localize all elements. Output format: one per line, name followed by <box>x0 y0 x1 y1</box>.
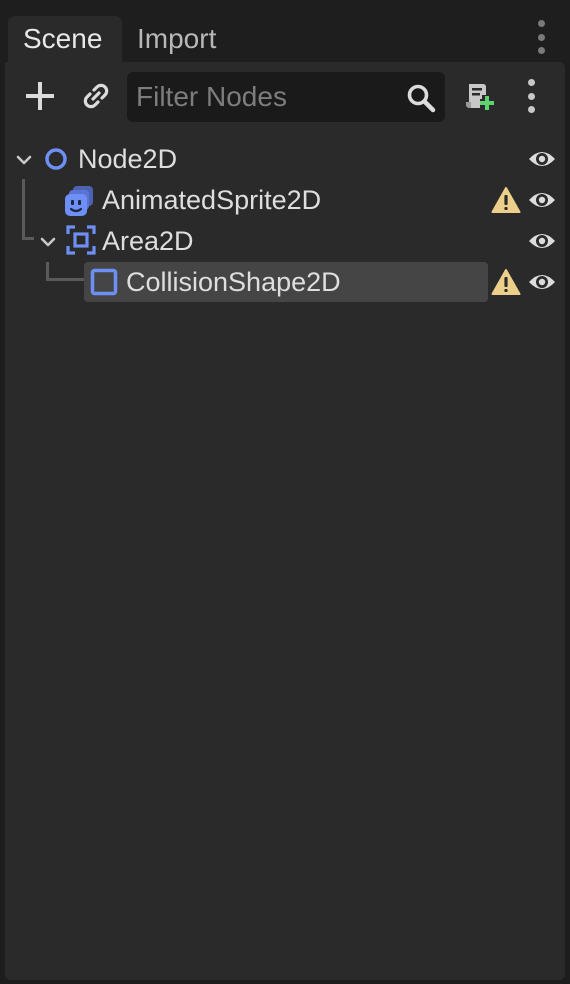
scene-dock: Scene Import Filter Nodes Node2D Animate… <box>0 0 570 984</box>
tab-import[interactable]: Import <box>122 16 231 62</box>
node-name-label: Area2D <box>102 226 194 256</box>
warning-icon[interactable] <box>491 186 521 214</box>
tree-row-collisionshape2d[interactable]: CollisionShape2D <box>5 262 565 302</box>
dock-menu-kebab-icon[interactable] <box>529 20 553 54</box>
node-name-label: CollisionShape2D <box>126 267 341 297</box>
node-name-label: Node2D <box>78 144 178 174</box>
warning-icon[interactable] <box>491 268 521 296</box>
tree-row-area2d[interactable]: Area2D <box>5 221 565 261</box>
collision-shape-icon <box>90 268 118 296</box>
visibility-eye-icon[interactable] <box>527 229 557 253</box>
node-name-label: AnimatedSprite2D <box>102 185 322 215</box>
chevron-down-icon[interactable] <box>39 233 57 251</box>
chevron-down-icon[interactable] <box>15 151 33 169</box>
scene-panel: Node2D AnimatedSprite2D <box>5 62 565 980</box>
area2d-icon <box>66 225 96 255</box>
tab-scene[interactable]: Scene <box>8 16 122 62</box>
visibility-eye-icon[interactable] <box>527 270 557 294</box>
node2d-circle-icon <box>45 148 67 170</box>
dock-tab-bar: Scene Import <box>0 0 570 62</box>
visibility-eye-icon[interactable] <box>527 147 557 171</box>
scene-tree: Node2D AnimatedSprite2D Area2D Collision… <box>5 62 565 980</box>
tree-row-animatedsprite2d[interactable]: AnimatedSprite2D <box>5 180 565 220</box>
animated-sprite-icon <box>65 186 93 216</box>
tree-row-node2d[interactable]: Node2D <box>5 139 565 179</box>
visibility-eye-icon[interactable] <box>527 188 557 212</box>
